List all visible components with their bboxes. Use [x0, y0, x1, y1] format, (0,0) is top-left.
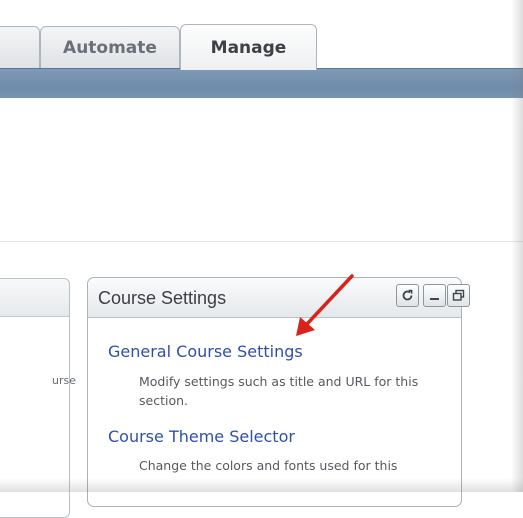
tab-previous[interactable] [0, 26, 40, 68]
refresh-icon [402, 289, 413, 301]
left-portlet-header [0, 279, 69, 317]
refresh-button[interactable] [396, 284, 419, 307]
restore-icon [452, 289, 465, 301]
course-theme-selector-link[interactable]: Course Theme Selector [108, 427, 295, 446]
nav-band [0, 68, 523, 99]
left-portlet-text: urse [52, 374, 76, 387]
torn-edge-shadow-right [511, 0, 523, 492]
tab-manage[interactable]: Manage [180, 24, 317, 70]
divider [0, 241, 523, 242]
minimize-button[interactable] [423, 284, 446, 307]
course-settings-title: Course Settings [98, 288, 227, 308]
minimize-icon [430, 298, 439, 300]
general-course-settings-description: Modify settings such as title and URL fo… [139, 374, 419, 408]
tab-manage-label: Manage [210, 37, 287, 58]
tab-bar: Automate Manage [0, 0, 523, 70]
tab-automate[interactable]: Automate [40, 26, 180, 68]
general-course-settings-link[interactable]: General Course Settings [108, 342, 303, 361]
course-theme-selector-description: Change the colors and fonts used for thi… [139, 458, 398, 473]
tab-automate-label: Automate [63, 37, 157, 58]
restore-button[interactable] [447, 284, 470, 307]
torn-edge-shadow-bottom [0, 478, 523, 492]
content-area [0, 98, 523, 140]
course-settings-header: Course Settings [88, 278, 470, 318]
